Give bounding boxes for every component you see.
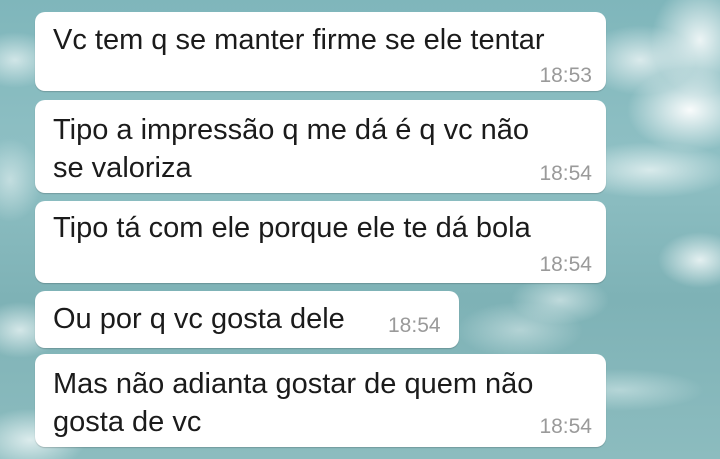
message-timestamp: 18:54: [539, 415, 592, 438]
message-text: Ou por q vc gosta dele: [53, 303, 345, 335]
message-bubble[interactable]: Tipo a impressão q me dá é q vc não se v…: [35, 100, 606, 193]
message-timestamp: 18:53: [539, 64, 592, 87]
message-text: Tipo tá com ele porque ele te dá bola: [53, 212, 531, 244]
message-bubble[interactable]: Tipo tá com ele porque ele te dá bola 18…: [35, 201, 606, 283]
message-text: Vc tem q se manter firme se ele tentar: [53, 24, 545, 56]
message-bubble[interactable]: Mas não adianta gostar de quem não gosta…: [35, 354, 606, 447]
message-timestamp: 18:54: [388, 314, 441, 337]
message-bubble[interactable]: Vc tem q se manter firme se ele tentar 1…: [35, 12, 606, 91]
message-timestamp: 18:54: [539, 253, 592, 276]
message-text: Tipo a impressão q me dá é q vc não se v…: [53, 114, 530, 184]
message-text: Mas não adianta gostar de quem não gosta…: [53, 368, 534, 438]
message-timestamp: 18:54: [539, 162, 592, 185]
message-bubble[interactable]: Ou por q vc gosta dele 18:54: [35, 291, 459, 348]
